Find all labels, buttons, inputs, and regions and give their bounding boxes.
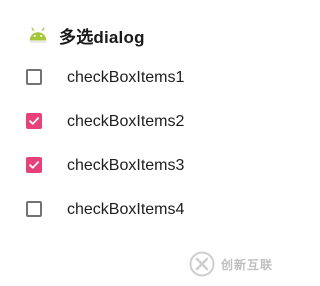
checkbox-list: checkBoxItems1 checkBoxItems2 checkBoxIt… [0,56,288,232]
list-item-4[interactable]: checkBoxItems4 [0,188,288,232]
list-item-2[interactable]: checkBoxItems2 [0,100,288,144]
watermark-text: 创新互联 [221,257,274,272]
dialog-title: 多选dialog [59,27,145,47]
chuangxin-logo-icon [189,251,215,277]
list-item-3[interactable]: checkBoxItems3 [0,144,288,188]
checkbox-unchecked[interactable] [26,201,42,217]
checkbox-checked[interactable] [26,157,42,173]
checkmark-icon [28,160,40,170]
item-label: checkBoxItems1 [67,69,185,86]
watermark: 创新互联 [185,242,288,286]
dialog-title-bar: 多选dialog [27,22,145,48]
checkbox-checked[interactable] [26,113,42,129]
item-label: checkBoxItems4 [67,201,185,218]
multi-choice-dialog: 多选dialog checkBoxItems1 checkBoxItems2 c… [0,0,288,286]
checkmark-icon [28,116,40,126]
list-item-1[interactable]: checkBoxItems1 [0,56,288,100]
item-label: checkBoxItems2 [67,113,185,130]
item-label: checkBoxItems3 [67,157,185,174]
android-icon [29,27,47,43]
checkbox-unchecked[interactable] [26,69,42,85]
